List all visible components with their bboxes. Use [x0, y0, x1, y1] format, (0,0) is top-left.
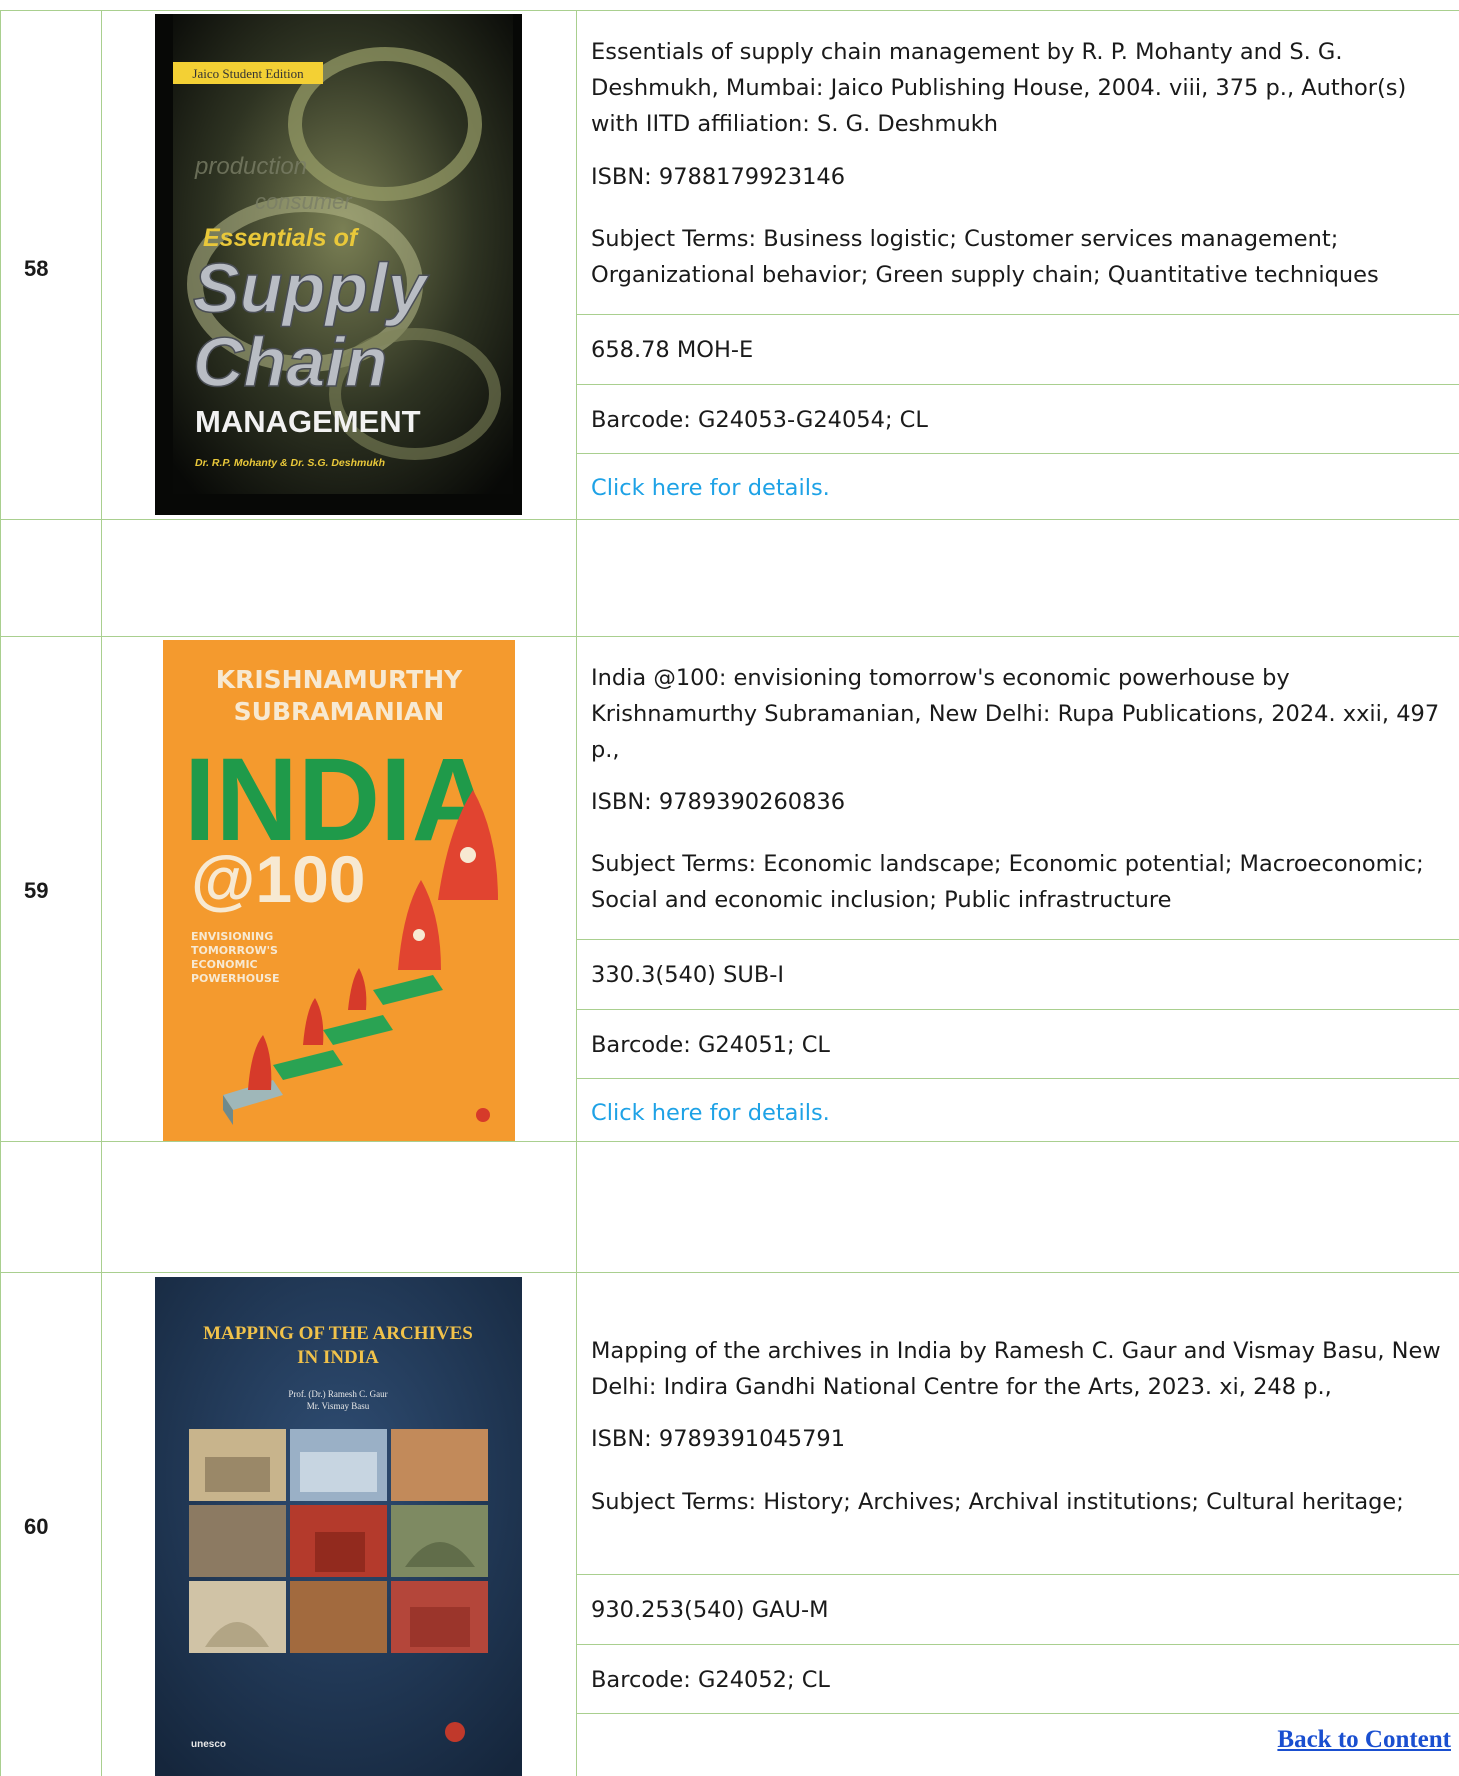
supply-chain-cover-art: Jaico Student Edition production consume…: [155, 14, 522, 515]
isbn: ISBN: 9789390260836: [591, 789, 846, 815]
call-number: 330.3(540) SUB-I: [591, 962, 785, 988]
india-100-cover-art: KRISHNAMURTHY SUBRAMANIAN INDIA @100 ENV…: [163, 640, 515, 1141]
row-separator: [0, 519, 1459, 520]
call-number: 930.253(540) GAU-M: [591, 1597, 829, 1623]
subject-terms: Subject Terms: History; Archives; Archiv…: [591, 1489, 1404, 1515]
cover-edition-badge: Jaico Student Edition: [192, 66, 304, 81]
row-separator: [0, 1272, 1459, 1273]
cover-title-line1: Supply: [193, 249, 429, 327]
row-number: 60: [24, 1514, 49, 1539]
barcode: Barcode: G24051; CL: [591, 1032, 830, 1058]
cover-title-line2: Chain: [193, 323, 387, 401]
publisher-logo-icon: [476, 1108, 490, 1122]
column-divider-1: [101, 10, 102, 1776]
cell-separator: [576, 1078, 1459, 1079]
cover-subtitle: ENVISIONING: [191, 930, 273, 943]
cell-separator: [576, 384, 1459, 385]
book-description: India @100: envisioning tomorrow's econo…: [591, 660, 1457, 768]
row-number: 59: [24, 878, 49, 903]
book-description: Mapping of the archives in India by Rame…: [591, 1333, 1457, 1405]
archives-cover-art: MAPPING OF THE ARCHIVES IN INDIA Prof. (…: [155, 1277, 522, 1776]
cover-faded-word: consumer: [255, 189, 353, 214]
row-separator: [0, 636, 1459, 637]
cover-author-line1: KRISHNAMURTHY: [216, 665, 463, 694]
cell-separator: [576, 453, 1459, 454]
ignca-logo-icon: [445, 1722, 465, 1742]
isbn: ISBN: 9788179923146: [591, 164, 846, 190]
isbn: ISBN: 9789391045791: [591, 1426, 846, 1452]
barcode: Barcode: G24052; CL: [591, 1667, 830, 1693]
cell-separator: [576, 1574, 1459, 1575]
book-citation: Mapping of the archives in India by Rame…: [591, 1338, 1441, 1400]
book-cover-image: KRISHNAMURTHY SUBRAMANIAN INDIA @100 ENV…: [163, 640, 515, 1141]
cover-author-line1: Prof. (Dr.) Ramesh C. Gaur: [288, 1389, 387, 1399]
cell-separator: [576, 1644, 1459, 1645]
book-citation: Essentials of supply chain management by…: [591, 39, 1407, 137]
cover-author-line2: Mr. Vismay Basu: [307, 1401, 370, 1411]
publisher-logo-unesco: unesco: [191, 1739, 226, 1750]
cover-title-line2: IN INDIA: [297, 1347, 379, 1368]
barcode: Barcode: G24053-G24054; CL: [591, 407, 928, 433]
cover-title-top: Essentials of: [203, 224, 360, 252]
book-description: Essentials of supply chain management by…: [591, 34, 1457, 142]
cover-faded-word: production: [194, 153, 307, 180]
cell-separator: [576, 1713, 1459, 1714]
cell-separator: [576, 939, 1459, 940]
back-to-content-link[interactable]: Back to Content: [1277, 1726, 1451, 1754]
cover-subtitle: POWERHOUSE: [191, 972, 279, 985]
cover-authors: Dr. R.P. Mohanty & Dr. S.G. Deshmukh: [195, 457, 385, 469]
book-cover-image: Jaico Student Edition production consume…: [155, 14, 522, 515]
row-separator: [0, 1141, 1459, 1142]
details-link[interactable]: Click here for details.: [591, 1095, 1457, 1131]
cell-separator: [576, 314, 1459, 315]
cover-title-line1: MAPPING OF THE ARCHIVES: [203, 1323, 473, 1344]
cover-title-line3: MANAGEMENT: [195, 404, 421, 439]
column-divider-2: [576, 10, 577, 1776]
cell-separator: [576, 1009, 1459, 1010]
building-photo-grid: [189, 1429, 488, 1653]
subject-terms: Subject Terms: Business logistic; Custom…: [591, 226, 1379, 288]
table-border-left: [0, 10, 1, 1776]
row-number: 58: [24, 256, 49, 281]
book-cover-image: MAPPING OF THE ARCHIVES IN INDIA Prof. (…: [155, 1277, 522, 1776]
book-citation: India @100: envisioning tomorrow's econo…: [591, 665, 1440, 763]
cover-subtitle: TOMORROW'S: [191, 944, 278, 957]
call-number: 658.78 MOH-E: [591, 337, 754, 363]
cover-title-line2: @100: [191, 842, 365, 916]
details-link[interactable]: Click here for details.: [591, 470, 1457, 506]
cover-subtitle: ECONOMIC: [191, 958, 258, 971]
cover-author-line2: SUBRAMANIAN: [234, 697, 445, 726]
subject-terms: Subject Terms: Economic landscape; Econo…: [591, 851, 1424, 913]
table-border-top: [0, 10, 1459, 11]
